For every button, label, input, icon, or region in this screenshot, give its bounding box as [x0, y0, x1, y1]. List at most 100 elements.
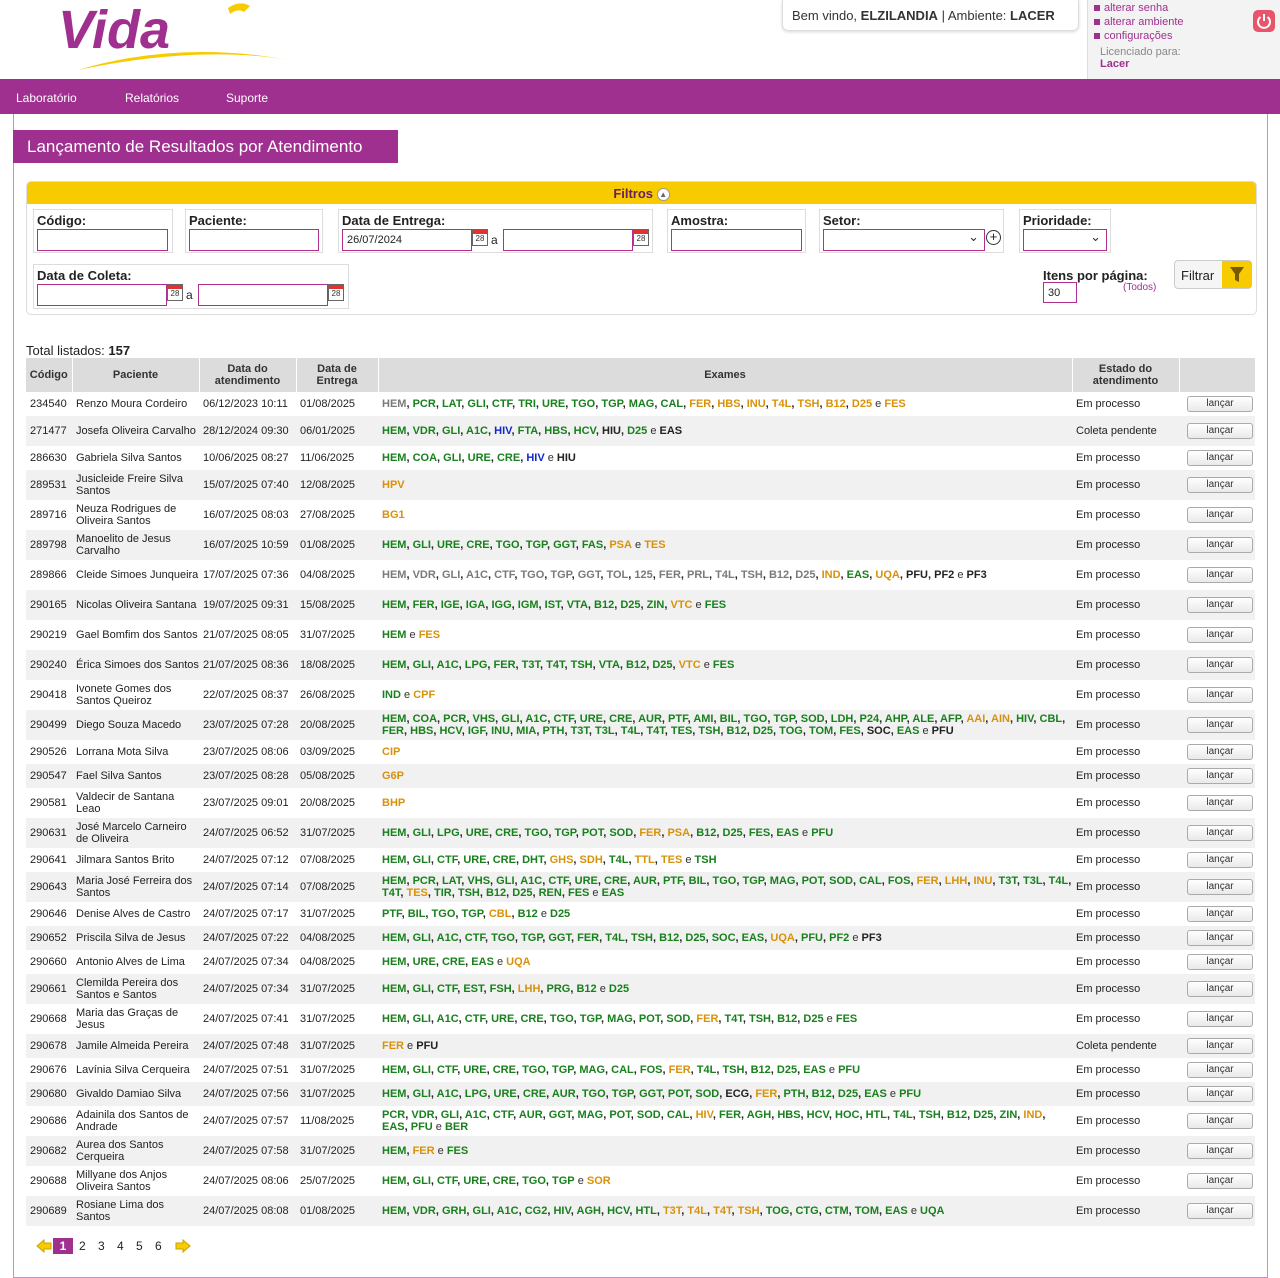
- exam-code: A1C: [436, 1013, 459, 1025]
- calendar-icon[interactable]: 28: [472, 229, 488, 246]
- exam-code: TGO: [495, 539, 520, 551]
- lancar-button[interactable]: lançar: [1187, 930, 1253, 946]
- cell-data-entrega: 04/08/2025: [296, 926, 378, 950]
- exam-code: FER: [382, 725, 404, 737]
- page-link[interactable]: 2: [79, 1239, 86, 1253]
- lancar-button[interactable]: lançar: [1187, 825, 1253, 841]
- cell-paciente: Neuza Rodrigues de Oliveira Santos: [72, 500, 199, 530]
- codigo-input[interactable]: [37, 229, 168, 251]
- lancar-button[interactable]: lançar: [1187, 597, 1253, 613]
- lancar-button[interactable]: lançar: [1187, 852, 1253, 868]
- setor-select[interactable]: [823, 229, 985, 251]
- calendar-icon[interactable]: 28: [633, 229, 649, 246]
- cell-data-atendimento: 24/07/2025 07:14: [199, 872, 296, 902]
- lancar-button[interactable]: lançar: [1187, 717, 1253, 733]
- cell-acao: lançar: [1179, 1082, 1255, 1106]
- lancar-button[interactable]: lançar: [1187, 795, 1253, 811]
- cell-data-atendimento: 24/07/2025 07:12: [199, 848, 296, 872]
- exam-code: GLI: [412, 854, 431, 866]
- lancar-button[interactable]: lançar: [1187, 423, 1253, 439]
- lancar-button[interactable]: lançar: [1187, 477, 1253, 493]
- lancar-button[interactable]: lançar: [1187, 768, 1253, 784]
- lancar-button[interactable]: lançar: [1187, 537, 1253, 553]
- itens-input[interactable]: 30: [1043, 282, 1077, 303]
- lancar-button[interactable]: lançar: [1187, 954, 1253, 970]
- exam-code: TES: [644, 539, 666, 551]
- arrow-left-icon[interactable]: [36, 1238, 52, 1256]
- cell-acao: lançar: [1179, 620, 1255, 650]
- table-row: 290661 Clemilda Pereira dos Santos e Sant…: [26, 974, 1255, 1004]
- filtrar-button[interactable]: Filtrar: [1174, 260, 1252, 289]
- lancar-button[interactable]: lançar: [1187, 1113, 1253, 1129]
- page-link[interactable]: 3: [98, 1239, 105, 1253]
- cell-paciente: Millyane dos Anjos Oliveira Santos: [72, 1166, 199, 1196]
- lancar-button[interactable]: lançar: [1187, 687, 1253, 703]
- col-paciente[interactable]: Paciente: [72, 358, 200, 392]
- lancar-button[interactable]: lançar: [1187, 396, 1253, 412]
- nav-suporte[interactable]: Suporte: [226, 91, 268, 105]
- calendar-icon[interactable]: 28: [167, 284, 183, 301]
- cell-data-entrega: 01/08/2025: [296, 530, 378, 560]
- exam-code: VTA: [566, 599, 588, 611]
- page-link[interactable]: 4: [117, 1239, 124, 1253]
- lancar-button[interactable]: lançar: [1187, 906, 1253, 922]
- arrow-right-icon[interactable]: [175, 1238, 191, 1256]
- exam-code: B12: [726, 725, 747, 737]
- add-setor-icon[interactable]: +: [986, 230, 1001, 245]
- page-link[interactable]: 5: [136, 1239, 143, 1253]
- exam-code: D25: [685, 932, 706, 944]
- todos-link[interactable]: (Todos): [1123, 282, 1156, 293]
- col-data-entrega[interactable]: Data de Entrega: [296, 358, 379, 392]
- entrega-from-input[interactable]: 26/07/2024: [342, 229, 472, 251]
- calendar-icon[interactable]: 28: [328, 284, 344, 301]
- exam-code: FER: [577, 932, 600, 944]
- collapse-icon[interactable]: ▲: [656, 188, 670, 202]
- lancar-button[interactable]: lançar: [1187, 1062, 1253, 1078]
- exam-code: GGT: [639, 1088, 662, 1100]
- power-icon[interactable]: [1253, 10, 1275, 32]
- col-codigo[interactable]: Código: [26, 358, 73, 392]
- lancar-button[interactable]: lançar: [1187, 744, 1253, 760]
- exam-code: SOD: [829, 875, 853, 887]
- exam-code: HPV: [382, 479, 405, 491]
- lancar-button[interactable]: lançar: [1187, 1203, 1253, 1219]
- separator: |: [941, 8, 945, 23]
- coleta-from-input[interactable]: [37, 284, 167, 306]
- cell-data-entrega: 20/08/2025: [296, 710, 378, 740]
- exam-code: TGP: [525, 539, 547, 551]
- table-row: 290547 Fael Silva Santos 23/07/2025 08:28 0…: [26, 764, 1255, 788]
- exam-code: A1C: [436, 1088, 459, 1100]
- lancar-button[interactable]: lançar: [1187, 657, 1253, 673]
- lancar-button[interactable]: lançar: [1187, 567, 1253, 583]
- lancar-button[interactable]: lançar: [1187, 1143, 1253, 1159]
- entrega-label: Data de Entrega:: [342, 213, 446, 228]
- lancar-button[interactable]: lançar: [1187, 879, 1253, 895]
- lancar-button[interactable]: lançar: [1187, 981, 1253, 997]
- lancar-button[interactable]: lançar: [1187, 1011, 1253, 1027]
- lancar-button[interactable]: lançar: [1187, 1173, 1253, 1189]
- cell-data-atendimento: 24/07/2025 07:57: [199, 1106, 296, 1136]
- nav-relatorios[interactable]: Relatórios: [125, 91, 179, 105]
- col-data-atendimento[interactable]: Data do atendimento: [199, 358, 297, 392]
- lancar-button[interactable]: lançar: [1187, 507, 1253, 523]
- exam-code: COA: [412, 452, 438, 464]
- coleta-to-input[interactable]: [198, 284, 328, 306]
- lancar-button[interactable]: lançar: [1187, 1086, 1253, 1102]
- exam-code: T4T: [546, 659, 565, 671]
- exam-code: AAI: [966, 713, 986, 725]
- amostra-input[interactable]: [671, 229, 802, 251]
- cell-exames: HEM, GLI, LPG, URE, CRE, TGO, TGP, POT, …: [378, 818, 1072, 848]
- paciente-input[interactable]: [189, 229, 319, 251]
- col-estado[interactable]: Estado do atendimento: [1072, 358, 1180, 392]
- entrega-to-input[interactable]: [503, 229, 633, 251]
- lancar-button[interactable]: lançar: [1187, 450, 1253, 466]
- filters-toggle[interactable]: Filtros ▲: [27, 182, 1256, 204]
- table-row: 290676 Lavínia Silva Cerqueira 24/07/2025 …: [26, 1058, 1255, 1082]
- nav-laboratorio[interactable]: Laboratório: [16, 91, 77, 105]
- cell-codigo: 290646: [26, 902, 72, 926]
- table-row: 234540 Renzo Moura Cordeiro 06/12/2023 10:…: [26, 392, 1255, 416]
- prioridade-select[interactable]: [1023, 229, 1107, 251]
- page-link[interactable]: 6: [155, 1239, 162, 1253]
- lancar-button[interactable]: lançar: [1187, 1038, 1253, 1054]
- lancar-button[interactable]: lançar: [1187, 627, 1253, 643]
